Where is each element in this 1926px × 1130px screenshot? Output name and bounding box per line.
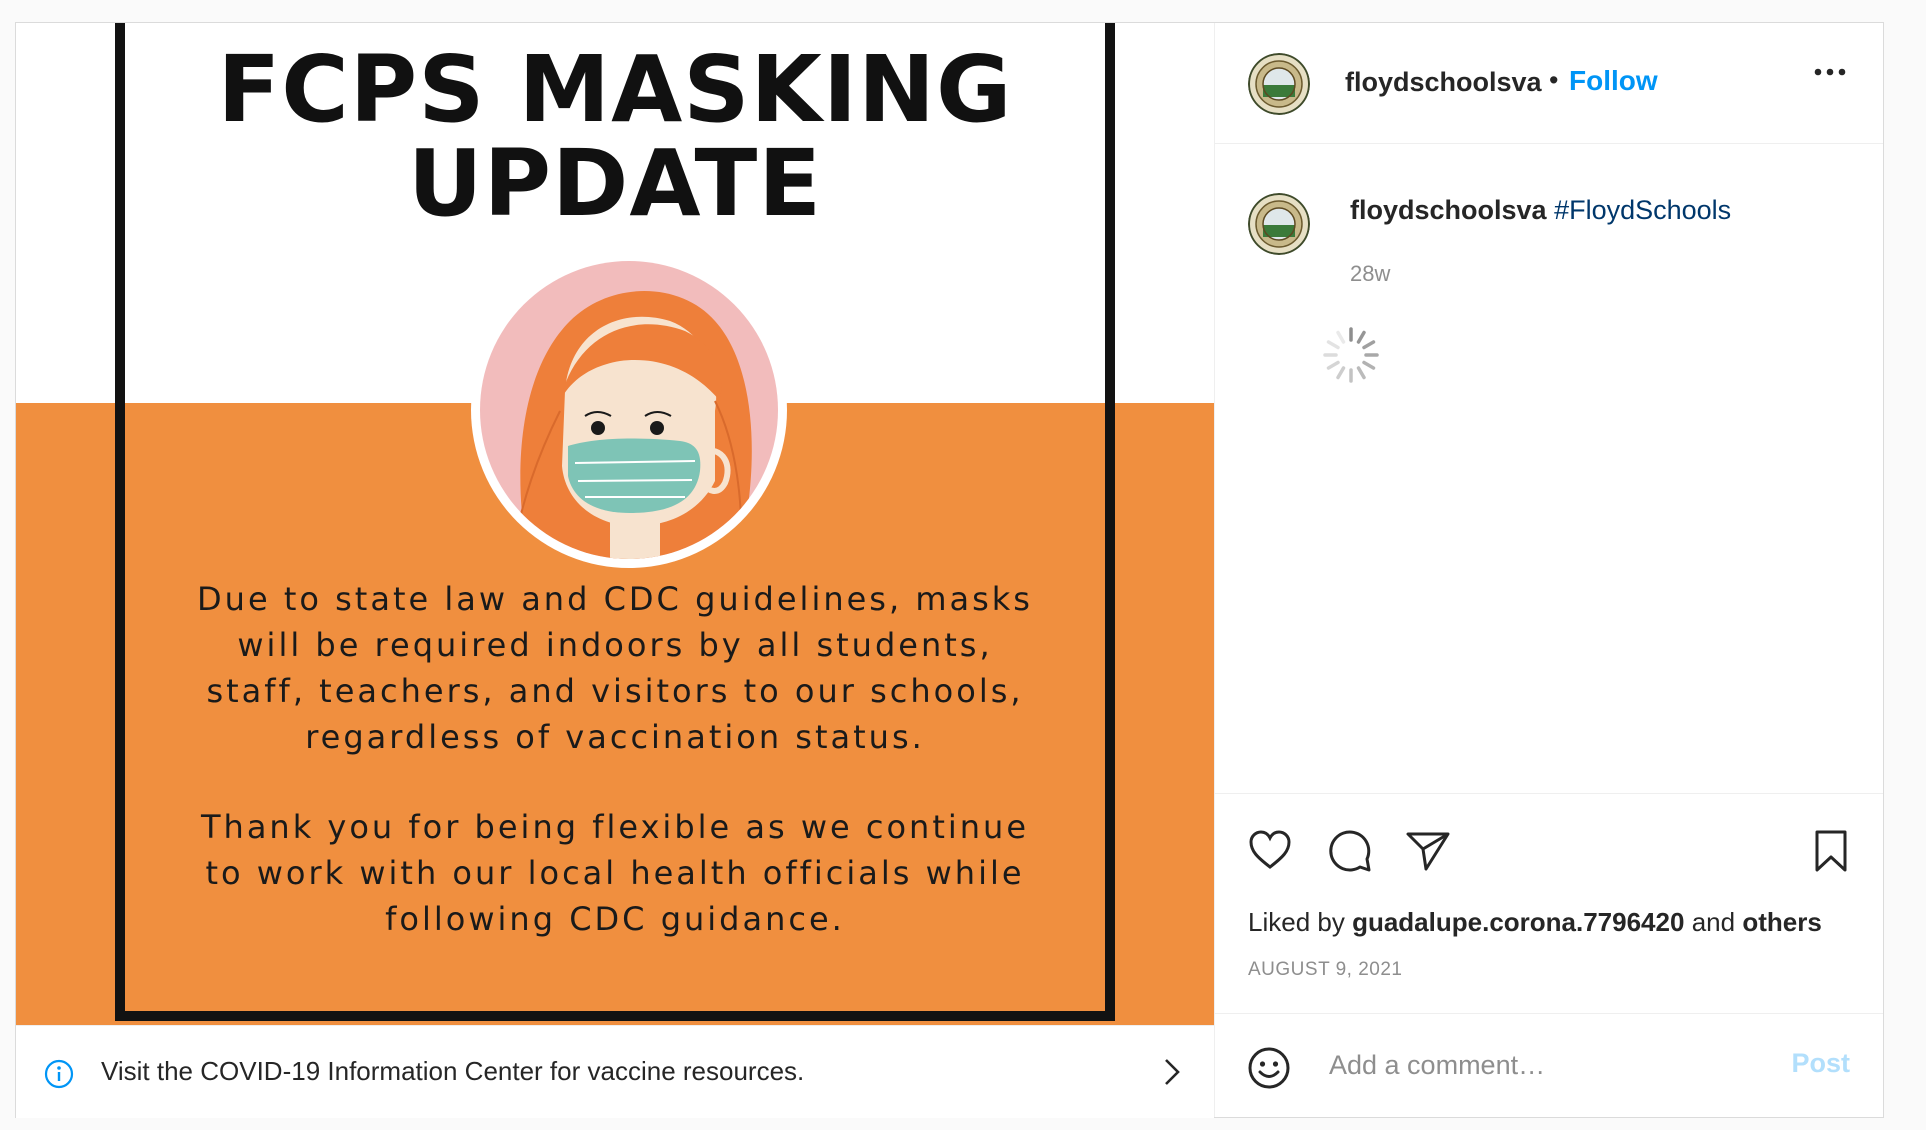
comment-input[interactable]: [1327, 1044, 1751, 1086]
poster-title-line-1: FCPS MASKING: [217, 36, 1013, 143]
more-icon[interactable]: [1813, 67, 1847, 77]
caption: floydschoolsva #FloydSchools: [1350, 195, 1731, 226]
covid-banner-text: Visit the COVID-19 Information Center fo…: [101, 1056, 805, 1086]
avatar[interactable]: [1248, 53, 1310, 115]
likes-prefix: Liked by: [1248, 907, 1345, 937]
caption-hashtag[interactable]: #FloydSchools: [1554, 195, 1731, 225]
smiley-icon[interactable]: [1247, 1046, 1291, 1090]
poster-p1-line: regardless of vaccination status.: [305, 718, 925, 756]
masked-girl-illustration: [471, 252, 787, 568]
post-button[interactable]: Post: [1791, 1048, 1850, 1079]
comment-icon[interactable]: [1327, 829, 1373, 873]
chevron-right-icon: [1165, 1059, 1180, 1085]
poster-p2-line: Thank you for being flexible as we conti…: [200, 808, 1029, 846]
comment-bar: Post: [1215, 1013, 1883, 1117]
caption-avatar[interactable]: [1248, 193, 1310, 255]
poster-paragraph-2: Thank you for being flexible as we conti…: [155, 804, 1075, 942]
poster-p1-line: Due to state law and CDC guidelines, mas…: [197, 580, 1033, 618]
likes-line: Liked by guadalupe.corona.7796420 and ot…: [1248, 907, 1822, 938]
post-media[interactable]: FCPS MASKING UPDATE Due to state law and…: [16, 23, 1214, 1025]
poster-p1-line: will be required indoors by all students…: [237, 626, 993, 664]
poster-p2-line: to work with our local health officials …: [205, 854, 1025, 892]
poster-p1-line: staff, teachers, and visitors to our sch…: [206, 672, 1024, 710]
covid-info-banner[interactable]: Visit the COVID-19 Information Center fo…: [16, 1025, 1214, 1118]
follow-button[interactable]: Follow: [1569, 65, 1658, 97]
header-separator: •: [1549, 65, 1559, 95]
poster: FCPS MASKING UPDATE Due to state law and…: [115, 23, 1115, 1021]
header-username[interactable]: floydschoolsva: [1345, 67, 1542, 98]
post-frame: FCPS MASKING UPDATE Due to state law and…: [15, 22, 1884, 1118]
action-bar: [1215, 793, 1883, 894]
post-side-panel: floydschoolsva • Follow floydschoolsva #…: [1214, 23, 1883, 1117]
spinner-icon: [1323, 327, 1379, 383]
poster-title: FCPS MASKING UPDATE: [125, 43, 1105, 231]
post-date[interactable]: AUGUST 9, 2021: [1248, 959, 1403, 981]
poster-title-line-2: UPDATE: [407, 130, 823, 237]
caption-timestamp[interactable]: 28w: [1350, 261, 1390, 287]
likes-joiner: and: [1691, 907, 1736, 937]
heart-icon[interactable]: [1247, 829, 1293, 871]
likes-user-link[interactable]: guadalupe.corona.7796420: [1352, 907, 1684, 937]
poster-paragraph-1: Due to state law and CDC guidelines, mas…: [155, 576, 1075, 760]
poster-p2-line: following CDC guidance.: [385, 900, 845, 938]
likes-others-link[interactable]: others: [1742, 907, 1821, 937]
caption-username[interactable]: floydschoolsva: [1350, 195, 1547, 225]
info-icon: [44, 1059, 74, 1089]
share-icon[interactable]: [1405, 829, 1451, 873]
post-header: floydschoolsva • Follow: [1215, 23, 1883, 144]
bookmark-icon[interactable]: [1811, 829, 1851, 873]
